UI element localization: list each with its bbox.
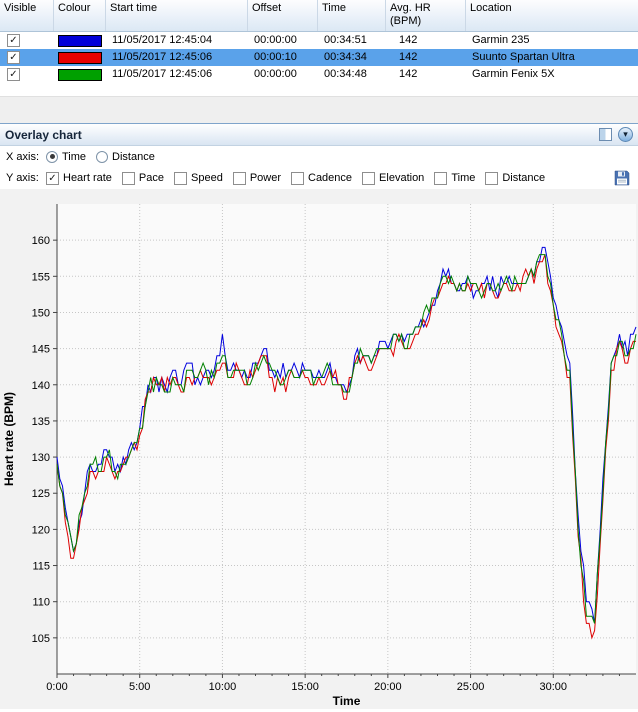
svg-text:130: 130 bbox=[32, 452, 50, 464]
svg-text:145: 145 bbox=[32, 344, 50, 356]
split-panel-icon[interactable] bbox=[599, 128, 612, 141]
svg-text:110: 110 bbox=[32, 597, 50, 609]
svg-text:155: 155 bbox=[32, 271, 50, 283]
svg-text:30:00: 30:00 bbox=[540, 681, 568, 693]
colour-swatch bbox=[58, 51, 102, 64]
location-value: Garmin Fenix 5X bbox=[472, 68, 555, 80]
table-row[interactable]: ✓ 11/05/2017 12:45:06 00:00:00 00:34:48 … bbox=[0, 66, 638, 83]
checkbox-icon bbox=[291, 171, 304, 185]
column-header-colour[interactable]: Colour bbox=[54, 0, 106, 31]
x-axis-option-distance[interactable]: Distance bbox=[96, 150, 155, 163]
column-header-visible[interactable]: Visible bbox=[0, 0, 54, 31]
svg-text:0:00: 0:00 bbox=[46, 681, 67, 693]
svg-text:25:00: 25:00 bbox=[457, 681, 485, 693]
y-axis-option-distance[interactable]: Distance bbox=[485, 171, 545, 185]
activities-table-header: Visible Colour Start time Offset Time Av… bbox=[0, 0, 638, 32]
x-axis-controls: X axis: Time Distance bbox=[0, 146, 638, 167]
svg-text:160: 160 bbox=[32, 235, 50, 247]
visible-checkbox[interactable]: ✓ bbox=[7, 51, 20, 64]
y-axis-label: Y axis: bbox=[6, 172, 39, 184]
checkbox-icon bbox=[174, 171, 187, 185]
start-time-value: 11/05/2017 12:45:04 bbox=[112, 34, 213, 46]
visible-checkbox[interactable]: ✓ bbox=[7, 34, 20, 47]
svg-text:Time: Time bbox=[333, 694, 361, 708]
location-value: Garmin 235 bbox=[472, 34, 530, 46]
y-axis-controls: Y axis: ✓ Heart rate Pace Speed Power Ca… bbox=[0, 167, 638, 189]
panel-gap bbox=[0, 97, 638, 123]
avg-hr-value: 142 bbox=[399, 51, 418, 63]
colour-swatch bbox=[58, 34, 102, 47]
time-value: 00:34:48 bbox=[324, 68, 367, 80]
radio-icon bbox=[96, 150, 109, 163]
svg-text:135: 135 bbox=[32, 416, 50, 428]
checkbox-icon bbox=[232, 171, 246, 185]
y-axis-option-time[interactable]: Time bbox=[434, 171, 475, 185]
column-header-time[interactable]: Time bbox=[318, 0, 386, 31]
start-time-value: 11/05/2017 12:45:06 bbox=[112, 68, 213, 80]
svg-text:Heart rate (BPM): Heart rate (BPM) bbox=[2, 392, 16, 486]
svg-text:5:00: 5:00 bbox=[129, 681, 150, 693]
visible-checkbox[interactable]: ✓ bbox=[7, 68, 20, 81]
collapse-panel-button[interactable]: ▾ bbox=[618, 127, 633, 142]
y-axis-option-cadence[interactable]: Cadence bbox=[291, 171, 352, 185]
svg-text:105: 105 bbox=[32, 633, 50, 645]
overlay-chart-header: Overlay chart ▾ bbox=[0, 123, 638, 146]
y-axis-option-elevation[interactable]: Elevation bbox=[362, 171, 424, 185]
table-empty-area bbox=[0, 83, 638, 97]
x-axis-label: X axis: bbox=[6, 150, 40, 163]
colour-swatch bbox=[58, 68, 102, 81]
column-header-location[interactable]: Location bbox=[466, 0, 638, 31]
svg-text:15:00: 15:00 bbox=[291, 681, 319, 693]
svg-text:125: 125 bbox=[32, 488, 50, 500]
avg-hr-value: 142 bbox=[399, 68, 418, 80]
svg-text:140: 140 bbox=[32, 380, 50, 392]
column-header-avg-hr[interactable]: Avg. HR (BPM) bbox=[386, 0, 466, 31]
column-header-start-time[interactable]: Start time bbox=[106, 0, 248, 31]
svg-text:115: 115 bbox=[32, 561, 50, 573]
offset-value: 00:00:00 bbox=[254, 34, 297, 46]
y-axis-option-power[interactable]: Power bbox=[232, 171, 281, 185]
y-axis-option-speed[interactable]: Speed bbox=[174, 171, 223, 185]
checkbox-icon: ✓ bbox=[46, 171, 59, 185]
column-header-offset[interactable]: Offset bbox=[248, 0, 318, 31]
radio-icon bbox=[46, 150, 58, 163]
panel-title: Overlay chart bbox=[5, 127, 82, 142]
save-chart-button[interactable] bbox=[614, 170, 630, 186]
save-icon bbox=[614, 170, 630, 186]
checkbox-icon bbox=[362, 171, 376, 185]
time-value: 00:34:51 bbox=[324, 34, 367, 46]
svg-text:20:00: 20:00 bbox=[374, 681, 402, 693]
x-axis-option-time[interactable]: Time bbox=[46, 150, 86, 163]
overlay-chart: 105 110 115 120 125 130 135 140 145 150 155 160 0:00… bbox=[0, 189, 638, 709]
time-value: 00:34:34 bbox=[324, 51, 367, 63]
hr-line-chart: 105 110 115 120 125 130 135 140 145 150 155 160 0:00… bbox=[2, 204, 637, 708]
y-axis-option-heart-rate[interactable]: ✓ Heart rate bbox=[46, 171, 112, 185]
location-value: Suunto Spartan Ultra bbox=[472, 51, 575, 63]
table-row[interactable]: ✓ 11/05/2017 12:45:04 00:00:00 00:34:51 … bbox=[0, 32, 638, 49]
start-time-value: 11/05/2017 12:45:06 bbox=[112, 51, 213, 63]
checkbox-icon bbox=[121, 171, 135, 185]
y-axis-option-pace[interactable]: Pace bbox=[121, 171, 164, 185]
checkbox-icon bbox=[434, 171, 448, 185]
svg-text:120: 120 bbox=[32, 524, 50, 536]
svg-text:150: 150 bbox=[32, 307, 50, 319]
offset-value: 00:00:00 bbox=[254, 68, 297, 80]
checkbox-icon bbox=[485, 171, 499, 185]
offset-value: 00:00:10 bbox=[254, 51, 297, 63]
avg-hr-value: 142 bbox=[399, 34, 418, 46]
table-row[interactable]: ✓ 11/05/2017 12:45:06 00:00:10 00:34:34 … bbox=[0, 49, 638, 66]
svg-text:10:00: 10:00 bbox=[209, 681, 237, 693]
